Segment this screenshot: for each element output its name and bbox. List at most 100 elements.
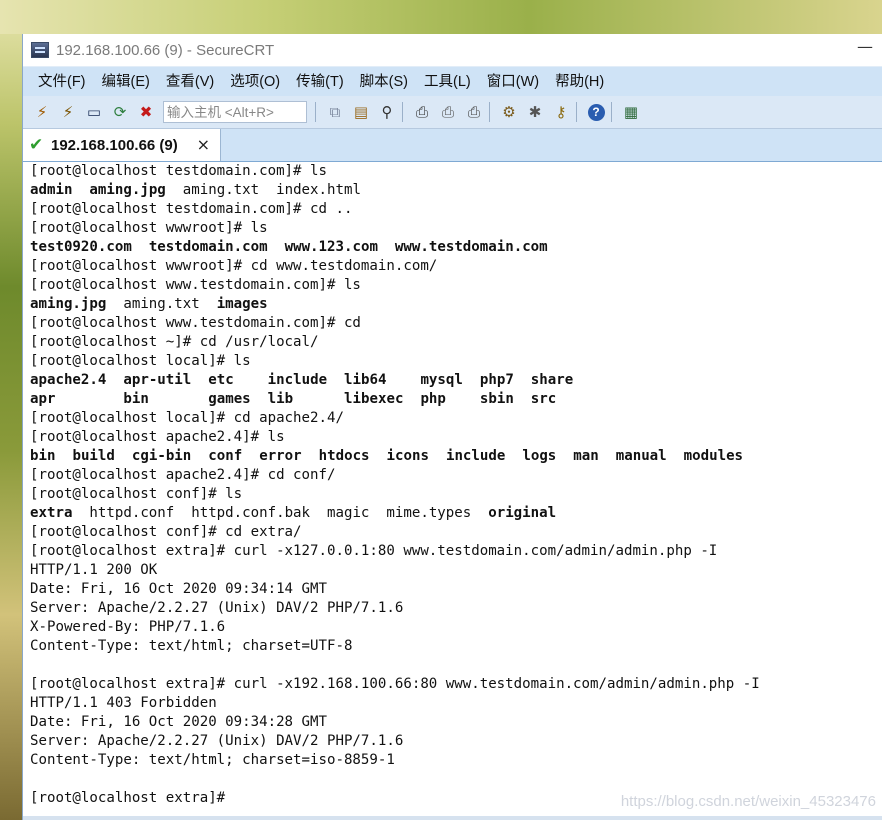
terminal-line: aming.jpg aming.txt images	[30, 295, 882, 314]
menu-file[interactable]: 文件(F)	[30, 69, 94, 95]
terminal-text: [root@localhost extra]# curl -x127.0.0.1…	[30, 543, 718, 559]
terminal-output[interactable]: [root@localhost testdomain.com]# ls admin…	[23, 162, 882, 820]
terminal-text: Server: Apache/2.2.27 (Unix) DAV/2 PHP/7…	[30, 600, 404, 616]
terminal-text: [root@localhost ~]# cd /usr/local/	[30, 334, 319, 350]
directory-entry: aming.jpg	[89, 182, 166, 198]
terminal-text: Date: Fri, 16 Oct 2020 09:34:14 GMT	[30, 581, 327, 597]
terminal-line: Content-Type: text/html; charset=iso-885…	[30, 751, 882, 770]
disconnect-icon[interactable]: ✖	[135, 101, 157, 123]
menu-script[interactable]: 脚本(S)	[352, 69, 416, 95]
directory-entry: aming.jpg	[30, 296, 107, 312]
menu-transfer[interactable]: 传输(T)	[288, 69, 352, 95]
terminal-text: [root@localhost extra]# curl -x192.168.1…	[30, 676, 760, 692]
directory-entry: lib64	[344, 372, 387, 388]
keymap-icon[interactable]: ⚷	[550, 101, 572, 123]
terminal-text: [root@localhost www.testdomain.com]# cd	[30, 315, 361, 331]
session-tab-bar: ✔ 192.168.100.66 (9) ×	[23, 129, 882, 164]
terminal-line: [root@localhost wwwroot]# ls	[30, 219, 882, 238]
terminal-line: [root@localhost conf]# ls	[30, 485, 882, 504]
terminal-line: [root@localhost ~]# cd /usr/local/	[30, 333, 882, 352]
print-selection-icon[interactable]: ⎙	[437, 101, 459, 123]
directory-entry: testdomain.com	[148, 239, 268, 255]
securecrt-app-icon	[31, 42, 49, 58]
toolbar: ⚡ ⚡ ▭ ⟳ ✖ ⧉ ▤ ⚲ ⎙ ⎙ ⎙ ⚙ ✱ ⚷ ? ▦	[23, 96, 882, 129]
reconnect-icon[interactable]: ⟳	[109, 101, 131, 123]
menu-tools[interactable]: 工具(L)	[416, 69, 479, 95]
directory-entry: manual	[615, 448, 667, 464]
directory-entry: build	[72, 448, 115, 464]
minimize-button[interactable]: —	[853, 39, 877, 58]
terminal-line: test0920.com testdomain.com www.123.com …	[30, 238, 882, 257]
toolbar-divider	[489, 102, 490, 122]
terminal-line: [root@localhost conf]# cd extra/	[30, 523, 882, 542]
connect-icon[interactable]: ⚡	[31, 101, 53, 123]
terminal-line: admin aming.jpg aming.txt index.html	[30, 181, 882, 200]
terminal-text: [root@localhost apache2.4]# ls	[30, 429, 285, 445]
terminal-text: [root@localhost local]# ls	[30, 353, 251, 369]
print-screen-icon[interactable]: ⎙	[411, 101, 433, 123]
close-tab-icon[interactable]: ×	[197, 135, 210, 155]
directory-entry: cgi-bin	[131, 448, 192, 464]
directory-entry: www.testdomain.com	[394, 239, 548, 255]
terminal-text: [root@localhost wwwroot]# ls	[30, 220, 268, 236]
terminal-text: [root@localhost testdomain.com]# ls	[30, 163, 327, 179]
terminal-line: extra httpd.conf httpd.conf.bak magic mi…	[30, 504, 882, 523]
terminal-text: [root@localhost local]# cd apache2.4/	[30, 410, 344, 426]
directory-entry: apache2.4	[30, 372, 107, 388]
directory-entry: man	[573, 448, 599, 464]
watermark-text: https://blog.csdn.net/weixin_45323476	[620, 793, 876, 810]
menu-help[interactable]: 帮助(H)	[547, 69, 612, 95]
terminal-text: aming.txt index.html	[165, 182, 361, 198]
directory-entry: bin	[30, 448, 56, 464]
terminal-line: [root@localhost extra]# curl -x127.0.0.1…	[30, 542, 882, 561]
copy-icon[interactable]: ⧉	[324, 101, 346, 123]
terminal-line: Server: Apache/2.2.27 (Unix) DAV/2 PHP/7…	[30, 732, 882, 751]
terminal-line: [root@localhost apache2.4]# ls	[30, 428, 882, 447]
title-bar[interactable]: 192.168.100.66 (9) - SecureCRT —	[23, 34, 882, 66]
print-icon[interactable]: ⎙	[463, 101, 485, 123]
terminal-line: [root@localhost local]# ls	[30, 352, 882, 371]
terminal-line: [root@localhost wwwroot]# cd www.testdom…	[30, 257, 882, 276]
menu-view[interactable]: 查看(V)	[158, 69, 222, 95]
terminal-text: [root@localhost conf]# ls	[30, 486, 243, 502]
terminal-line: X-Powered-By: PHP/7.1.6	[30, 618, 882, 637]
terminal-line: bin build cgi-bin conf error htdocs icon…	[30, 447, 882, 466]
terminal-line: [root@localhost apache2.4]# cd conf/	[30, 466, 882, 485]
session-options-icon[interactable]: ⚙	[498, 101, 520, 123]
quick-connect-input[interactable]	[163, 101, 307, 123]
directory-entry: admin	[30, 182, 73, 198]
find-icon[interactable]: ⚲	[376, 101, 398, 123]
menu-edit[interactable]: 编辑(E)	[94, 69, 158, 95]
terminal-text: [root@localhost apache2.4]# cd conf/	[30, 467, 336, 483]
session-tab[interactable]: ✔ 192.168.100.66 (9) ×	[23, 129, 221, 161]
sftp-icon[interactable]: ▦	[620, 101, 642, 123]
terminal-line: Date: Fri, 16 Oct 2020 09:34:14 GMT	[30, 580, 882, 599]
terminal-line: [root@localhost www.testdomain.com]# cd	[30, 314, 882, 333]
terminal-text: X-Powered-By: PHP/7.1.6	[30, 619, 226, 635]
directory-entry: modules	[683, 448, 744, 464]
terminal-text: Server: Apache/2.2.27 (Unix) DAV/2 PHP/7…	[30, 733, 404, 749]
terminal-line: HTTP/1.1 403 Forbidden	[30, 694, 882, 713]
global-options-icon[interactable]: ✱	[524, 101, 546, 123]
menu-options[interactable]: 选项(O)	[222, 69, 288, 95]
menu-window[interactable]: 窗口(W)	[479, 69, 547, 95]
quick-connect-icon[interactable]: ⚡	[57, 101, 79, 123]
paste-icon[interactable]: ▤	[350, 101, 372, 123]
help-icon[interactable]: ?	[585, 101, 607, 123]
terminal-text: [root@localhost testdomain.com]# cd ..	[30, 201, 353, 217]
directory-entry: htdocs	[318, 448, 370, 464]
directory-entry: etc	[208, 372, 234, 388]
connect-tab-icon[interactable]: ▭	[83, 101, 105, 123]
